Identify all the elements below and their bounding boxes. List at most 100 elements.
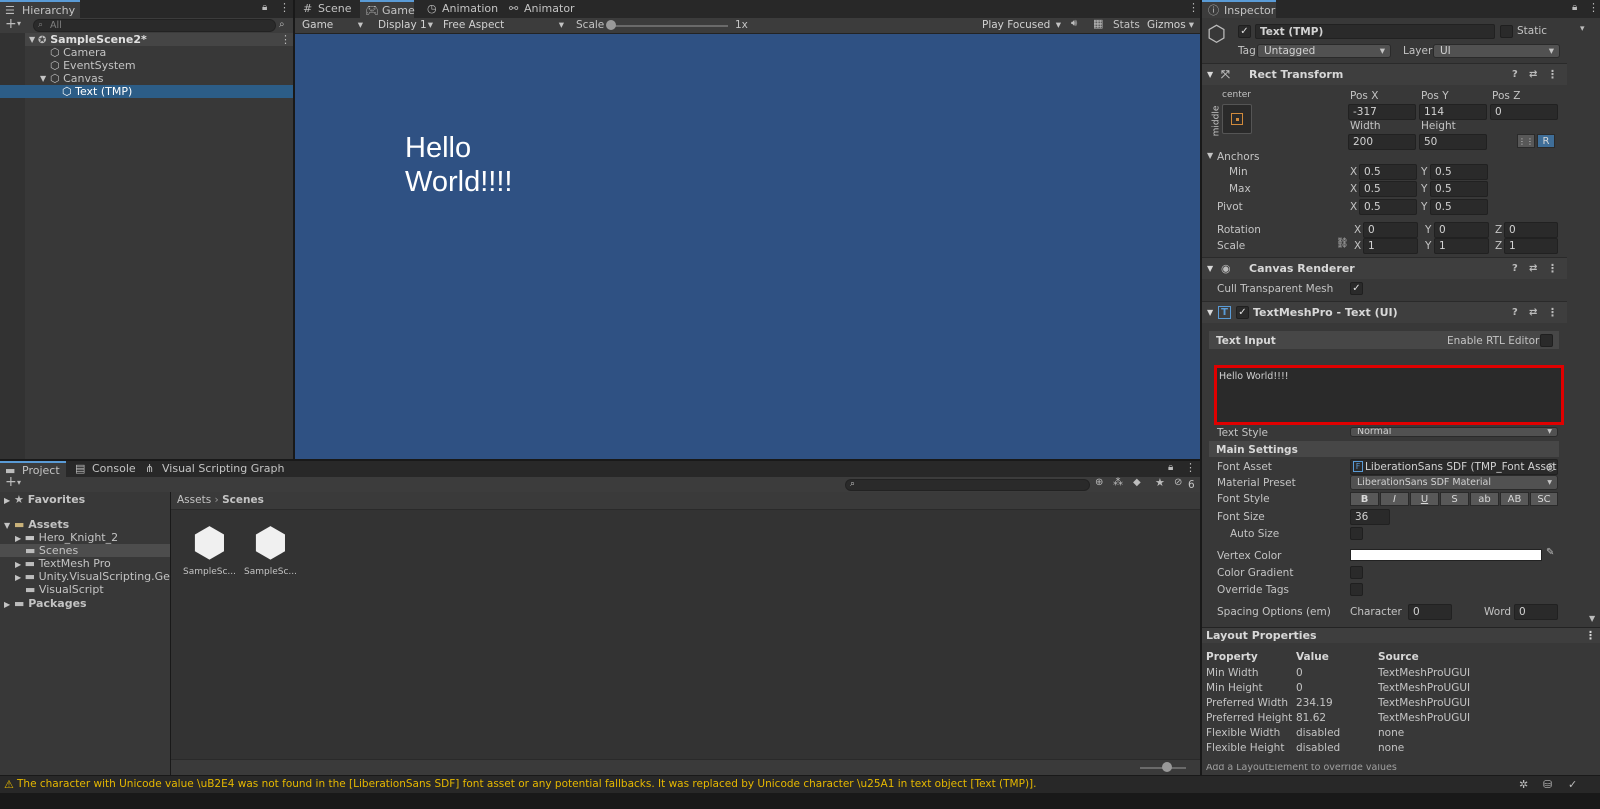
- inspector-scrollbar[interactable]: [1590, 60, 1598, 620]
- more-icon[interactable]: ⋮: [1547, 258, 1558, 280]
- hierarchy-item-text-tmp[interactable]: ⬡ Text (TMP): [62, 85, 132, 98]
- anchor-max-y-field[interactable]: 0.5: [1430, 181, 1488, 197]
- lock-icon[interactable]: 🔒︎: [262, 2, 267, 13]
- rotation-x-field[interactable]: 0: [1363, 222, 1418, 238]
- uppercase-button[interactable]: AB: [1500, 492, 1529, 506]
- hierarchy-item-camera[interactable]: ⬡ Camera: [50, 46, 106, 59]
- tab-visual-scripting-graph[interactable]: ⋔ Visual Scripting Graph: [140, 461, 285, 477]
- add-icon[interactable]: +: [5, 16, 17, 32]
- tmp-enabled-checkbox[interactable]: ✓: [1236, 306, 1249, 319]
- more-icon[interactable]: ⋮: [280, 33, 291, 46]
- folder-item[interactable]: ▶ ▬ Hero_Knight_2: [15, 531, 118, 544]
- icon-size-thumb[interactable]: [1162, 762, 1172, 772]
- object-name-field[interactable]: Text (TMP): [1255, 24, 1495, 39]
- rotation-z-field[interactable]: 0: [1504, 222, 1558, 238]
- more-icon[interactable]: ⋮: [1585, 628, 1596, 643]
- pos-z-field[interactable]: 0: [1490, 104, 1558, 120]
- speaker-icon[interactable]: 🔊︎: [1071, 18, 1077, 29]
- hidden-packages-icon[interactable]: ⊘: [1174, 477, 1182, 488]
- material-preset-dropdown[interactable]: LiberationSans SDF Material: [1350, 475, 1558, 490]
- pos-y-field[interactable]: 114: [1419, 104, 1487, 120]
- tab-console[interactable]: ▤ Console: [70, 461, 136, 477]
- layout-properties-header[interactable]: Layout Properties ⋮: [1202, 627, 1600, 643]
- label-filter-icon[interactable]: ◆: [1133, 477, 1141, 488]
- packages-item[interactable]: ▶ ▬ Packages: [4, 597, 87, 610]
- favorites-item[interactable]: ▶ ★ Favorites: [4, 493, 85, 506]
- game-view[interactable]: Hello World!!!!: [295, 34, 1200, 459]
- active-checkbox[interactable]: ✓: [1238, 25, 1251, 38]
- hierarchy-search-input[interactable]: ⌕ All: [33, 19, 276, 32]
- strikethrough-button[interactable]: S: [1440, 492, 1469, 506]
- debug-icon[interactable]: ✲: [1519, 776, 1528, 793]
- scale-slider-thumb[interactable]: [606, 20, 616, 30]
- preset-icon[interactable]: ⇄: [1529, 302, 1537, 324]
- pivot-y-field[interactable]: 0.5: [1430, 199, 1488, 215]
- static-checkbox[interactable]: [1500, 25, 1513, 38]
- scale-slider-track[interactable]: [612, 25, 728, 27]
- cache-icon[interactable]: ⛁: [1543, 776, 1552, 793]
- anchor-preset-button[interactable]: [1222, 104, 1252, 134]
- scale-z-field[interactable]: 1: [1504, 238, 1558, 254]
- tab-animator[interactable]: ⚯ Animator: [502, 0, 576, 18]
- layer-dropdown[interactable]: UI: [1433, 44, 1560, 58]
- star-icon[interactable]: ★: [1155, 476, 1165, 489]
- anchor-min-y-field[interactable]: 0.5: [1430, 164, 1488, 180]
- eyedropper-icon[interactable]: ✎: [1546, 547, 1554, 558]
- assets-item[interactable]: ▼ ▬ Assets: [4, 518, 69, 531]
- pos-x-field[interactable]: -317: [1348, 104, 1416, 120]
- cull-checkbox[interactable]: ✓: [1350, 282, 1363, 295]
- height-field[interactable]: 50: [1419, 134, 1487, 150]
- more-icon[interactable]: ⋮: [1185, 461, 1196, 474]
- gizmos-dropdown[interactable]: Gizmos: [1141, 18, 1199, 33]
- scroll-down-icon[interactable]: ▼: [1589, 614, 1595, 623]
- folder-item[interactable]: ▶ ▬ TextMesh Pro: [15, 557, 111, 570]
- breadcrumb-assets[interactable]: Assets: [177, 494, 211, 506]
- auto-size-checkbox[interactable]: [1350, 527, 1363, 540]
- project-search-input[interactable]: ⌕: [845, 479, 1090, 491]
- folder-item[interactable]: ▬ Scenes: [25, 544, 78, 557]
- chevron-down-icon[interactable]: ▾: [17, 19, 21, 28]
- raw-edit-button[interactable]: R: [1537, 134, 1555, 148]
- folder-item[interactable]: ▶ ▬ Unity.VisualScripting.Genera: [15, 570, 170, 583]
- text-input-area[interactable]: Hello World!!!!: [1214, 365, 1564, 425]
- object-picker-icon[interactable]: ◎: [1546, 460, 1555, 474]
- progress-icon[interactable]: ✓: [1568, 776, 1577, 793]
- more-icon[interactable]: ⋮: [1547, 302, 1558, 324]
- word-spacing-field[interactable]: 0: [1514, 604, 1558, 620]
- more-icon[interactable]: ⋮: [1588, 1, 1599, 14]
- width-field[interactable]: 200: [1348, 134, 1416, 150]
- rect-transform-header[interactable]: ▼ ⤧ Rect Transform ? ⇄ ⋮: [1202, 63, 1567, 85]
- font-size-field[interactable]: 36: [1350, 509, 1390, 525]
- expand-arrow-icon[interactable]: ▼: [40, 72, 46, 85]
- expand-arrow-icon[interactable]: ▼: [1207, 151, 1213, 160]
- lowercase-button[interactable]: ab: [1470, 492, 1499, 506]
- character-spacing-field[interactable]: 0: [1408, 604, 1452, 620]
- tab-animation[interactable]: ◷ Animation: [420, 0, 502, 18]
- tab-inspector[interactable]: ⓘ Inspector: [1202, 0, 1276, 18]
- game-mode-dropdown[interactable]: Game: [296, 18, 368, 33]
- anchor-min-x-field[interactable]: 0.5: [1359, 164, 1417, 180]
- preset-icon[interactable]: ⇄: [1529, 258, 1537, 280]
- pivot-x-field[interactable]: 0.5: [1359, 199, 1417, 215]
- italic-button[interactable]: I: [1380, 492, 1409, 506]
- breadcrumb-scenes[interactable]: Scenes: [222, 494, 264, 506]
- type-filter-icon[interactable]: ⁂: [1113, 477, 1123, 488]
- override-tags-checkbox[interactable]: [1350, 583, 1363, 596]
- hierarchy-item-scene[interactable]: ✪ SampleScene2*: [38, 33, 147, 46]
- search-filter-icon[interactable]: ⊕: [1095, 477, 1103, 488]
- hierarchy-item-eventsystem[interactable]: ⬡ EventSystem: [50, 59, 136, 72]
- tab-scene[interactable]: # Scene: [296, 0, 354, 18]
- scale-y-field[interactable]: 1: [1434, 238, 1489, 254]
- link-icon[interactable]: ⛓: [1336, 238, 1349, 249]
- smallcaps-button[interactable]: SC: [1530, 492, 1558, 506]
- font-asset-field[interactable]: F LiberationSans SDF (TMP_Font Asset) ◎: [1350, 459, 1558, 475]
- preset-icon[interactable]: ⇄: [1529, 64, 1537, 86]
- rotation-y-field[interactable]: 0: [1434, 222, 1489, 238]
- anchor-max-x-field[interactable]: 0.5: [1359, 181, 1417, 197]
- bold-button[interactable]: B: [1350, 492, 1379, 506]
- stats-button[interactable]: Stats: [1113, 19, 1140, 31]
- display-dropdown[interactable]: Display 1: [372, 18, 438, 33]
- scale-x-field[interactable]: 1: [1363, 238, 1418, 254]
- chevron-down-icon[interactable]: ▾: [1580, 24, 1585, 34]
- more-icon[interactable]: ⋮: [279, 1, 290, 14]
